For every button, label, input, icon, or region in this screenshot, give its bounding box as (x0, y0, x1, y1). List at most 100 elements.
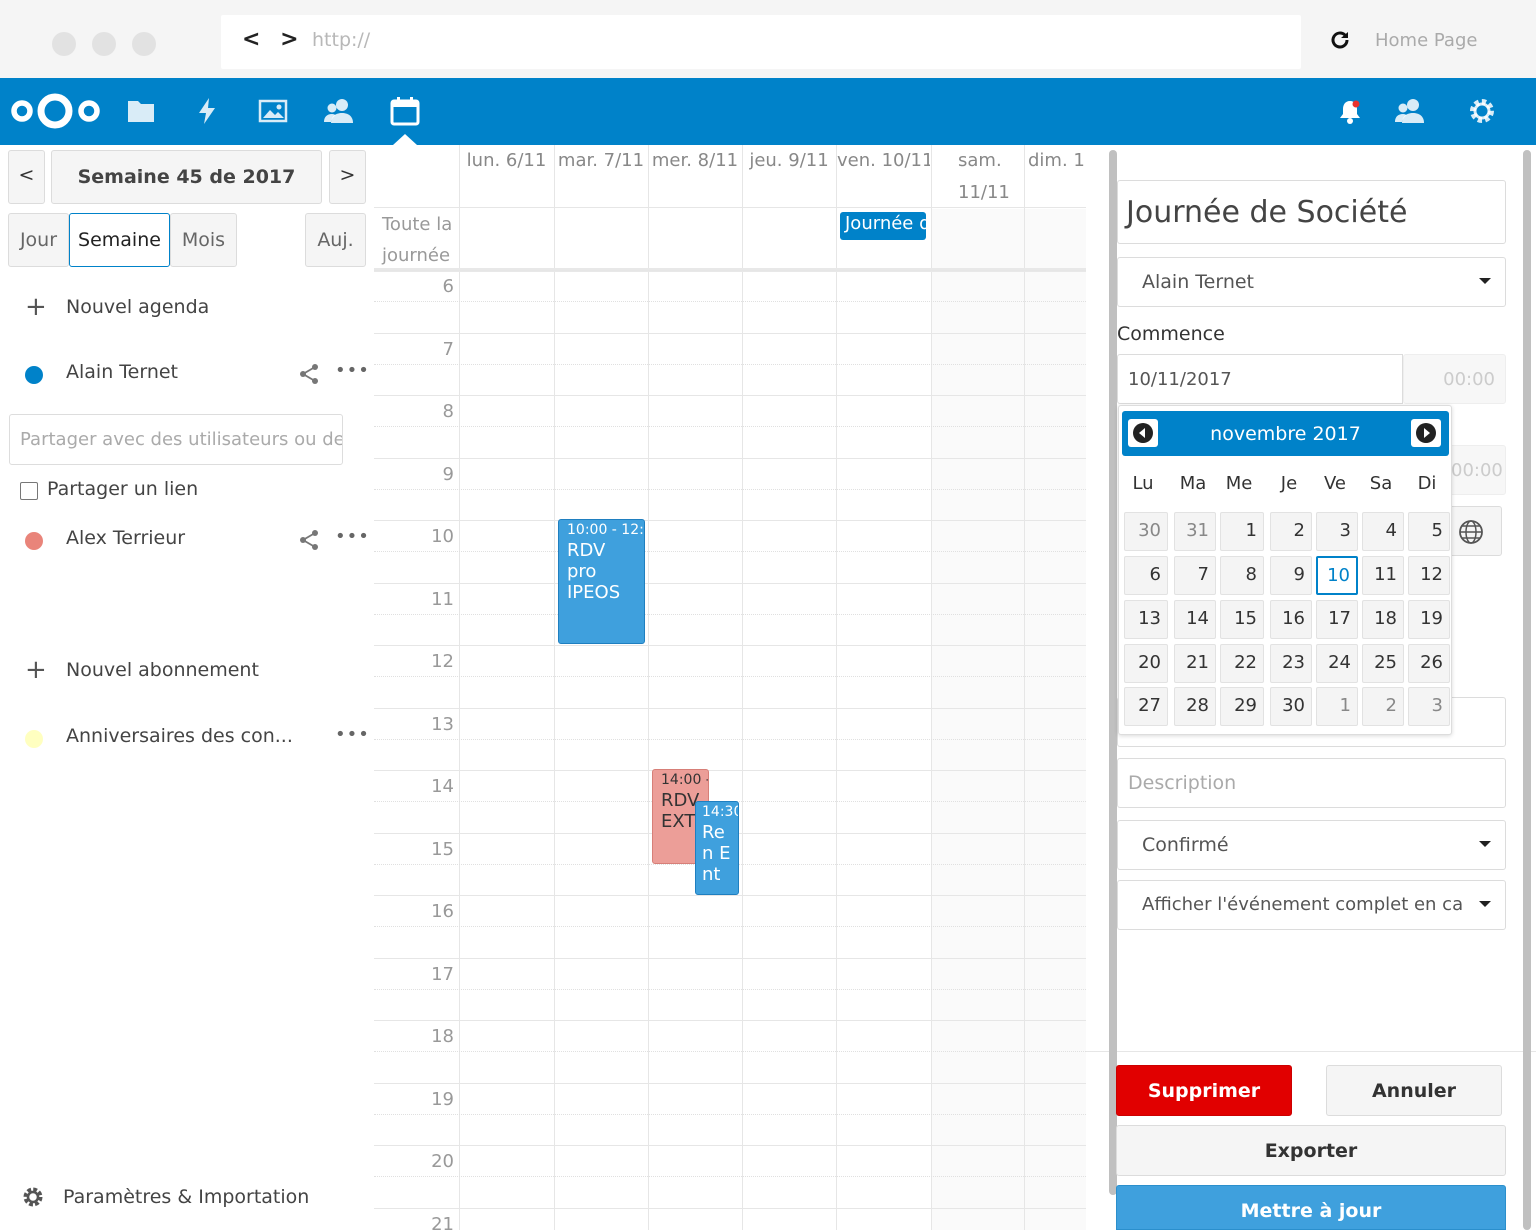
share-input[interactable]: Partager avec des utilisateurs ou des gr… (9, 414, 343, 465)
day-cell[interactable]: 19 (1408, 600, 1450, 639)
event-ren-ent[interactable]: 14:30 Ren Ent (695, 801, 739, 895)
view-week-button[interactable]: Semaine (69, 213, 170, 267)
hour-line (374, 457, 1086, 459)
reload-icon[interactable] (1328, 28, 1352, 52)
day-cell[interactable]: 28 (1174, 687, 1216, 726)
day-cell[interactable]: 30 (1270, 687, 1312, 726)
day-cell[interactable]: 13 (1124, 600, 1168, 639)
status-select[interactable]: Confirmé (1117, 820, 1506, 870)
calendar-item-alex-terrieur[interactable]: Alex Terrieur ••• (0, 519, 374, 559)
day-cell[interactable]: 16 (1270, 600, 1312, 639)
day-cell[interactable]: 4 (1362, 512, 1404, 551)
day-cell[interactable]: 20 (1124, 644, 1168, 683)
day-cell[interactable]: 1 (1220, 512, 1264, 551)
share-icon[interactable] (298, 363, 320, 385)
day-cell[interactable]: 21 (1174, 644, 1216, 683)
calendar-item-alain-ternet[interactable]: Alain Ternet ••• (0, 353, 374, 393)
new-calendar-item[interactable]: + Nouvel agenda (0, 288, 374, 328)
url-bar[interactable] (221, 15, 1301, 69)
day-cell[interactable]: 15 (1220, 600, 1264, 639)
users-icon[interactable] (1394, 95, 1426, 127)
day-cell[interactable]: 5 (1408, 512, 1450, 551)
day-cell[interactable]: 12 (1408, 556, 1450, 595)
start-date-input[interactable]: 10/11/2017 (1117, 354, 1403, 404)
day-cell[interactable]: 3 (1408, 687, 1450, 726)
settings-icon[interactable] (1466, 95, 1498, 127)
description-input[interactable]: Description (1117, 758, 1506, 808)
share-icon[interactable] (298, 529, 320, 551)
new-subscription-item[interactable]: + Nouvel abonnement (0, 651, 374, 691)
day-cell[interactable]: 9 (1270, 556, 1312, 595)
day-cell[interactable]: 14 (1174, 600, 1216, 639)
start-time-input[interactable]: 00:00 (1403, 354, 1506, 404)
day-cell[interactable]: 11 (1362, 556, 1404, 595)
view-month-button[interactable]: Mois (170, 213, 237, 267)
settings-import-item[interactable]: Paramètres & Importation (0, 1178, 374, 1218)
day-cell[interactable]: 18 (1362, 600, 1404, 639)
next-week-button[interactable]: > (329, 150, 366, 204)
day-cell[interactable]: 6 (1124, 556, 1168, 595)
url-text[interactable]: http:// (312, 29, 370, 51)
prev-week-button[interactable]: < (8, 150, 45, 204)
calendar-select[interactable]: Alain Ternet (1117, 257, 1506, 307)
day-cell[interactable]: 3 (1316, 512, 1358, 551)
calendar-icon[interactable] (389, 95, 421, 127)
day-cell[interactable]: 30 (1124, 512, 1168, 551)
day-cell[interactable]: 27 (1124, 687, 1168, 726)
day-cell[interactable]: 10 (1316, 556, 1358, 595)
day-cell[interactable]: 31 (1174, 512, 1216, 551)
day-header[interactable]: mar. 7/11 (555, 145, 647, 209)
update-button[interactable]: Mettre à jour (1116, 1185, 1506, 1230)
day-header[interactable]: lun. 6/11 (460, 145, 553, 209)
weekday-header: Me (1225, 473, 1253, 494)
view-day-button[interactable]: Jour (8, 213, 69, 267)
grid-scrollbar[interactable] (1109, 150, 1117, 1195)
today-button[interactable]: Auj. (305, 213, 366, 267)
activity-icon[interactable] (191, 95, 223, 127)
week-title-button[interactable]: Semaine 45 de 2017 (51, 150, 322, 204)
more-options-icon[interactable]: ••• (335, 526, 370, 547)
back-forward-icon[interactable]: < > (242, 27, 305, 52)
day-header[interactable]: sam. 11/11 (932, 145, 1023, 209)
more-options-icon[interactable]: ••• (335, 360, 370, 381)
day-cell[interactable]: 2 (1270, 512, 1312, 551)
event-journee-societe[interactable]: Journée de Société (840, 212, 926, 240)
more-options-icon[interactable]: ••• (335, 724, 370, 745)
calendar-item-birthdays[interactable]: Anniversaires des con... ••• (0, 717, 374, 757)
day-header[interactable]: jeu. 9/11 (743, 145, 835, 209)
window-close-dot[interactable] (52, 32, 76, 56)
day-header[interactable]: mer. 8/11 (649, 145, 741, 209)
nextcloud-logo[interactable] (8, 89, 103, 134)
next-month-button[interactable] (1411, 419, 1441, 447)
day-cell[interactable]: 2 (1362, 687, 1404, 726)
event-rdv-pro-ipeos[interactable]: 10:00 - 12:00 RDV pro IPEOS (558, 519, 645, 644)
day-header[interactable]: ven. 10/11 (837, 145, 930, 209)
day-cell[interactable]: 7 (1174, 556, 1216, 595)
day-cell[interactable]: 23 (1270, 644, 1312, 683)
contacts-icon[interactable] (323, 95, 355, 127)
home-page-link[interactable]: Home Page (1375, 30, 1477, 51)
day-cell[interactable]: 1 (1316, 687, 1358, 726)
day-cell[interactable]: 8 (1220, 556, 1264, 595)
event-title-input[interactable]: Journée de Société (1117, 180, 1506, 244)
hour-line (374, 1145, 1086, 1146)
files-icon[interactable] (125, 95, 157, 127)
visibility-select[interactable]: Afficher l'événement complet en cas de p… (1117, 880, 1506, 930)
day-cell[interactable]: 17 (1316, 600, 1358, 639)
day-cell[interactable]: 29 (1220, 687, 1264, 726)
delete-button[interactable]: Supprimer (1116, 1065, 1292, 1116)
hour-label: 12 (431, 651, 454, 672)
day-cell[interactable]: 26 (1408, 644, 1450, 683)
day-cell[interactable]: 25 (1362, 644, 1404, 683)
gallery-icon[interactable] (257, 95, 289, 127)
window-maximize-dot[interactable] (132, 32, 156, 56)
share-link-item[interactable]: Partager un lien (0, 470, 374, 510)
window-minimize-dot[interactable] (92, 32, 116, 56)
notifications-icon[interactable] (1334, 95, 1366, 127)
day-header[interactable]: dim. 12/11 (1025, 145, 1086, 209)
export-button[interactable]: Exporter (1116, 1125, 1506, 1176)
day-cell[interactable]: 22 (1220, 644, 1264, 683)
cancel-button[interactable]: Annuler (1326, 1065, 1502, 1116)
panel-scrollbar[interactable] (1523, 150, 1531, 1230)
day-cell[interactable]: 24 (1316, 644, 1358, 683)
